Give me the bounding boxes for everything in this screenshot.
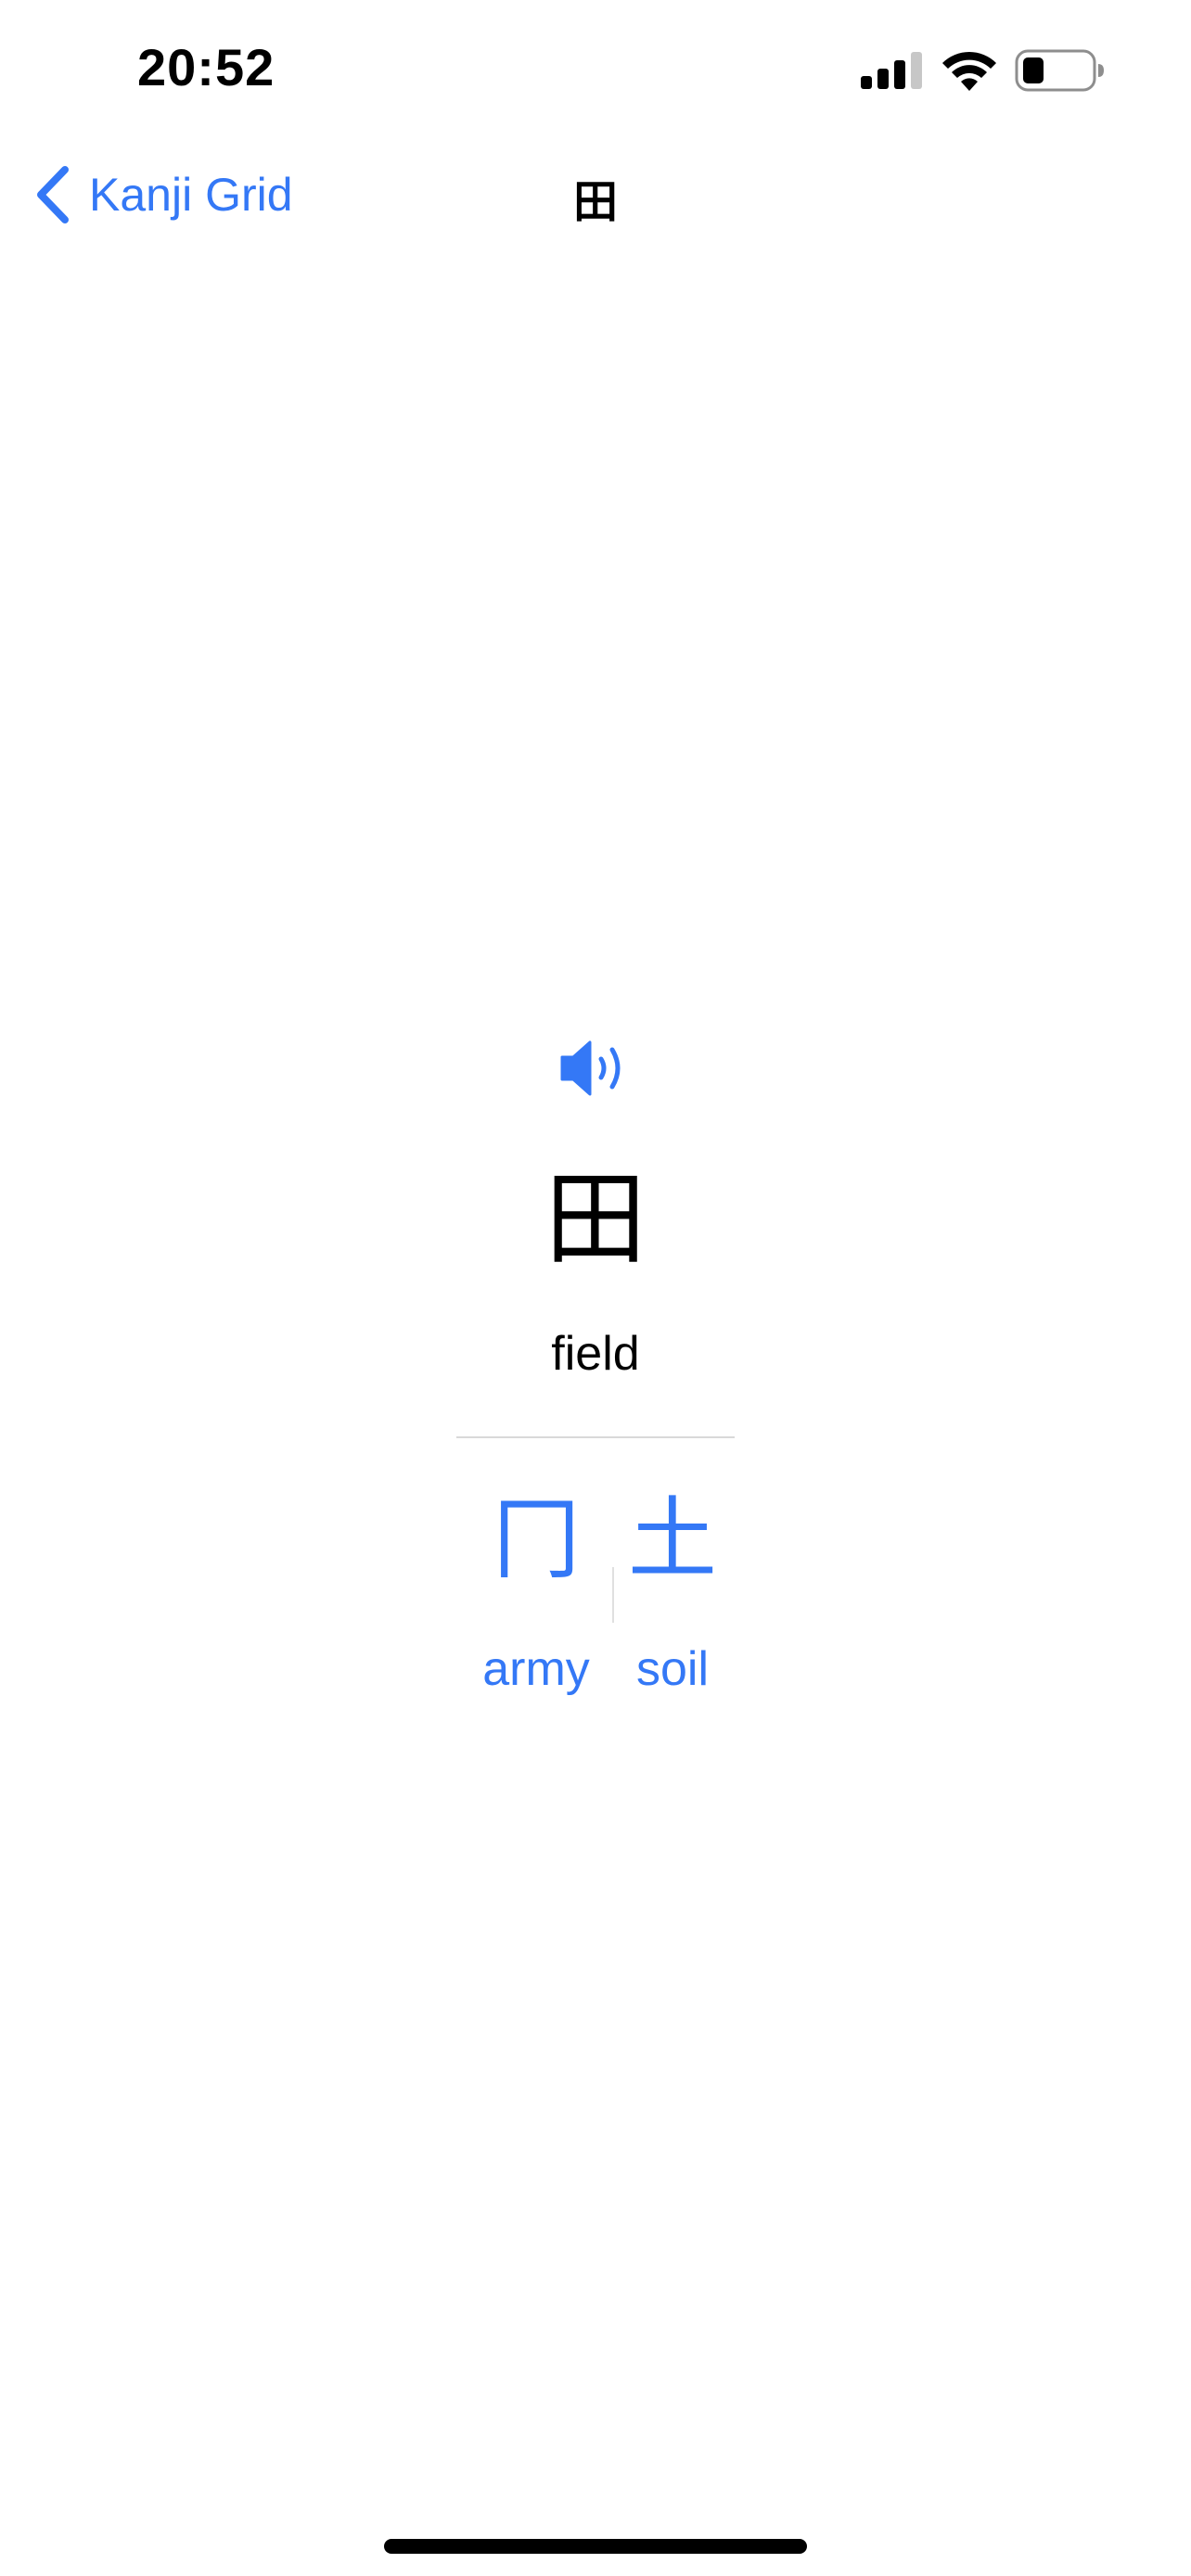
- component-soil[interactable]: 土 soil: [598, 1484, 747, 1697]
- component-label: army: [482, 1642, 590, 1696]
- navigation-bar: Kanji Grid 田: [0, 139, 1191, 250]
- component-kanji: 冂: [492, 1487, 581, 1591]
- component-army[interactable]: 冂 army: [462, 1484, 610, 1697]
- kanji-detail-screen: 20:52 Kanji Grid 田 田 field 冂 army 土 soil: [0, 0, 1191, 2576]
- component-kanji: 土: [628, 1487, 717, 1591]
- status-bar: 20:52: [0, 0, 1191, 139]
- battery-low-icon: [1015, 49, 1104, 92]
- wifi-icon: [942, 51, 996, 91]
- status-time: 20:52: [137, 38, 275, 96]
- home-indicator[interactable]: [384, 2539, 807, 2554]
- kanji-components: 冂 army 土 soil: [0, 1484, 1191, 1725]
- component-label: soil: [635, 1642, 710, 1696]
- divider: [456, 1436, 735, 1438]
- kanji-character: 田: [544, 1160, 647, 1279]
- cellular-signal-icon: [861, 52, 922, 89]
- kanji-meaning: field: [551, 1327, 640, 1381]
- speaker-volume-icon[interactable]: [560, 1039, 631, 1098]
- nav-title: 田: [572, 176, 618, 228]
